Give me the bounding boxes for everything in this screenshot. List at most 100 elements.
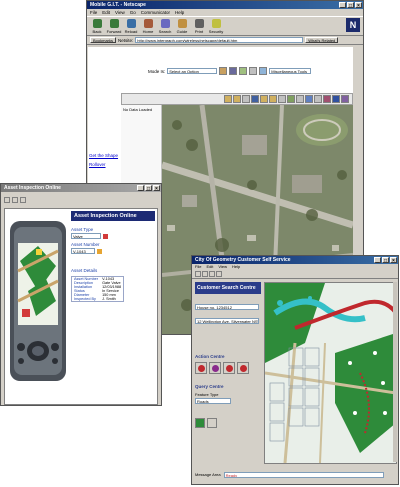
map-tool-icon[interactable] xyxy=(251,95,259,103)
customer-close-button[interactable]: × xyxy=(390,257,397,264)
customer-menu-item[interactable]: Help xyxy=(232,264,240,270)
action-flag-icon[interactable] xyxy=(195,362,207,374)
browser-title: Mobile G.I.T. - Netscape xyxy=(90,2,146,8)
map-scrollbar[interactable] xyxy=(393,282,397,462)
pda-close-button[interactable]: × xyxy=(153,185,160,192)
map-tool-icon[interactable] xyxy=(260,95,268,103)
tool-icon-3[interactable] xyxy=(239,67,248,75)
toolbar-search-button[interactable]: Search xyxy=(158,19,172,34)
toolbar-label: Search xyxy=(158,29,172,34)
toolbar-reload-button[interactable]: Reload xyxy=(124,19,138,34)
pda-window-title: Asset Inspection Online xyxy=(4,185,61,191)
query-centre-heading: Query Centre xyxy=(195,384,224,389)
map-tool-icon[interactable] xyxy=(224,95,232,103)
map-tool-icon[interactable] xyxy=(332,95,340,103)
map-tool-icon[interactable] xyxy=(278,95,286,103)
pda-minimize-button[interactable]: _ xyxy=(137,185,144,192)
customer-map[interactable] xyxy=(264,282,397,464)
map-tool-icon[interactable] xyxy=(296,95,304,103)
back-icon xyxy=(92,19,102,28)
map-tool-icon[interactable] xyxy=(314,95,322,103)
netscape-logo-icon: N xyxy=(346,18,360,32)
query-clear-icon[interactable] xyxy=(207,418,217,428)
action-person-icon[interactable] xyxy=(209,362,221,374)
print-icon xyxy=(194,19,204,28)
query-type-select[interactable]: Roads xyxy=(195,398,231,404)
action-buttons xyxy=(195,362,261,374)
toolbar-security-button[interactable]: Security xyxy=(209,19,223,34)
table-row: Inspected By J. Smith xyxy=(72,297,124,302)
toolbar-forward-button[interactable]: Forward xyxy=(107,19,121,34)
minimize-button[interactable]: _ xyxy=(339,2,346,9)
close-button[interactable]: × xyxy=(355,2,362,9)
map-tool-icon[interactable] xyxy=(242,95,250,103)
asset-id-input[interactable]: V-1043 xyxy=(71,248,95,254)
browser-menubar: File Edit View Go Communicator Help xyxy=(87,9,363,16)
customer-tool-icon-3[interactable] xyxy=(209,271,215,277)
map-tool-icon[interactable] xyxy=(269,95,277,103)
mode-label: Mode Is: xyxy=(148,68,166,74)
customer-tool-icon-2[interactable] xyxy=(202,271,208,277)
toolbar-label: Reload xyxy=(124,29,138,34)
map-tool-icon[interactable] xyxy=(233,95,241,103)
browser-menu-item[interactable]: File xyxy=(90,9,97,16)
url-field[interactable]: http://www.intergraph.com/wireless/netsc… xyxy=(135,37,304,43)
toolbar-print-button[interactable]: Print xyxy=(192,19,206,34)
pda-content: Asset Inspection Online Asset Type Valve… xyxy=(4,208,158,405)
maximize-button[interactable]: □ xyxy=(347,2,354,9)
customer-address-input[interactable]: 12 Wellington Ave, Silverwater NSW 2128 xyxy=(195,318,259,324)
customer-tool-icon-4[interactable] xyxy=(216,271,222,277)
asset-type-select[interactable]: Valve xyxy=(71,233,101,239)
tool-icon-2[interactable] xyxy=(229,67,238,75)
side-link-0[interactable]: Get the Shape xyxy=(89,153,118,158)
search-icon xyxy=(160,19,170,28)
guide-icon xyxy=(177,19,187,28)
toolbar-guide-button[interactable]: Guide xyxy=(175,19,189,34)
pda-maximize-button[interactable]: □ xyxy=(145,185,152,192)
misc-tools-select[interactable]: Miscellaneous Tools xyxy=(269,68,312,74)
map-tool-icon[interactable] xyxy=(323,95,331,103)
customer-menu-item[interactable]: View xyxy=(218,264,227,270)
asset-type-icon xyxy=(103,233,108,239)
toolbar-label: Forward xyxy=(106,29,122,34)
map-tool-icon[interactable] xyxy=(305,95,313,103)
tool-icon-1[interactable] xyxy=(219,67,228,75)
browser-menu-item[interactable]: Go xyxy=(130,9,136,16)
action-alert-icon[interactable] xyxy=(223,362,235,374)
customer-menu-item[interactable]: Edit xyxy=(206,264,213,270)
customer-menu-item[interactable]: File xyxy=(195,264,201,270)
browser-menu-item[interactable]: Communicator xyxy=(141,9,170,16)
tool-icon-4[interactable] xyxy=(249,67,258,75)
map-tool-icon[interactable] xyxy=(287,95,295,103)
asset-type-label: Asset Type xyxy=(71,227,94,232)
customer-search-input[interactable]: House no. 1234512 xyxy=(195,304,259,310)
pda-tool-icon-2[interactable] xyxy=(12,197,18,203)
tool-icon-5[interactable] xyxy=(259,67,268,75)
side-link-1[interactable]: Rollover xyxy=(89,162,118,167)
toolbar-home-button[interactable]: Home xyxy=(141,19,155,34)
asset-search-icon[interactable] xyxy=(97,248,102,254)
option-select[interactable]: Select an Option xyxy=(167,68,218,74)
pda-tool-icon-3[interactable] xyxy=(20,197,26,203)
toolbar-back-button[interactable]: Back xyxy=(90,19,104,34)
reload-icon xyxy=(126,19,136,28)
whats-related-button[interactable]: What's Related xyxy=(305,37,339,43)
toolbar-label: Print xyxy=(194,29,204,34)
toolbar-label: Home xyxy=(142,29,154,34)
customer-maximize-button[interactable]: □ xyxy=(382,257,389,264)
pda-form: Asset Inspection Online Asset Type Valve… xyxy=(71,211,155,302)
query-run-icon[interactable] xyxy=(195,418,205,428)
pda-titlebar: Asset Inspection Online _ □ × xyxy=(1,184,161,192)
browser-menu-item[interactable]: Edit xyxy=(102,9,110,16)
customer-minimize-button[interactable]: _ xyxy=(374,257,381,264)
customer-tool-icon-1[interactable] xyxy=(195,271,201,277)
row-value: J. Smith xyxy=(102,297,116,301)
map-tool-icon[interactable] xyxy=(341,95,349,103)
browser-menu-item[interactable]: View xyxy=(115,9,125,16)
action-report-icon[interactable] xyxy=(237,362,249,374)
pda-tool-icon-1[interactable] xyxy=(4,197,10,203)
browser-menu-item[interactable]: Help xyxy=(175,9,184,16)
customer-titlebar: City Of Geometry Customer Self Service _… xyxy=(192,256,398,264)
bookmarks-button[interactable]: Bookmarks xyxy=(90,37,117,43)
pda-device-image xyxy=(10,221,66,381)
